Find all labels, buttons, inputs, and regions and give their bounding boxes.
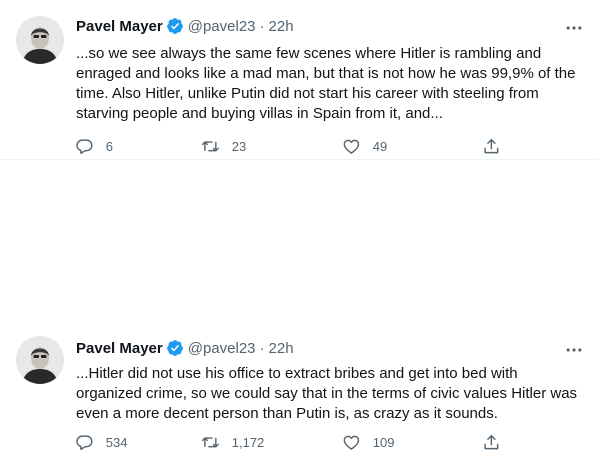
more-icon[interactable] xyxy=(564,340,584,360)
share-button[interactable] xyxy=(482,131,513,161)
separator: · xyxy=(259,339,265,357)
tweet-actions: 534 1,172 109 xyxy=(64,427,598,457)
author-handle[interactable]: @pavel23 xyxy=(188,18,256,35)
reply-button[interactable]: 534 xyxy=(75,427,127,457)
retweet-icon xyxy=(201,437,219,447)
tweet-actions: 6 23 49 xyxy=(64,131,598,161)
like-icon xyxy=(343,435,360,450)
reply-count: 534 xyxy=(105,434,128,450)
share-icon xyxy=(484,138,499,153)
author-name[interactable]: Pavel Mayer xyxy=(76,18,163,35)
tweet[interactable]: Pavel Mayer @pavel23 · 22h ...so we see … xyxy=(0,0,598,160)
timestamp[interactable]: 22h xyxy=(269,18,294,35)
reply-button[interactable]: 6 xyxy=(75,131,113,161)
tweet-header: Pavel Mayer @pavel23 · 22h xyxy=(76,16,294,36)
verified-badge-icon xyxy=(166,18,183,34)
like-icon xyxy=(343,139,360,154)
retweet-button[interactable]: 23 xyxy=(201,131,246,161)
more-icon[interactable] xyxy=(564,18,584,38)
retweet-count: 23 xyxy=(231,138,247,154)
tweet-text: ...Hitler did not use his office to extr… xyxy=(76,365,578,422)
retweet-count: 1,172 xyxy=(231,434,265,450)
share-icon xyxy=(484,434,499,449)
author-handle[interactable]: @pavel23 xyxy=(188,340,256,357)
reply-icon xyxy=(76,139,93,154)
like-button[interactable]: 49 xyxy=(342,131,387,161)
verified-badge-icon xyxy=(166,340,183,356)
tweet-text: ...so we see always the same few scenes … xyxy=(76,45,576,122)
like-count: 109 xyxy=(372,434,395,450)
share-button[interactable] xyxy=(482,427,513,457)
timestamp[interactable]: 22h xyxy=(269,340,294,357)
avatar[interactable] xyxy=(16,16,64,64)
tweet-header: Pavel Mayer @pavel23 · 22h xyxy=(76,338,294,358)
retweet-icon xyxy=(201,141,219,151)
tweet[interactable]: Pavel Mayer @pavel23 · 22h ...Hitler did… xyxy=(0,160,598,450)
author-name[interactable]: Pavel Mayer xyxy=(76,340,163,357)
avatar[interactable] xyxy=(16,336,64,384)
reply-icon xyxy=(76,435,93,450)
retweet-button[interactable]: 1,172 xyxy=(201,427,264,457)
reply-count: 6 xyxy=(105,138,113,154)
like-button[interactable]: 109 xyxy=(342,427,394,457)
separator: · xyxy=(259,17,265,35)
like-count: 49 xyxy=(372,138,388,154)
